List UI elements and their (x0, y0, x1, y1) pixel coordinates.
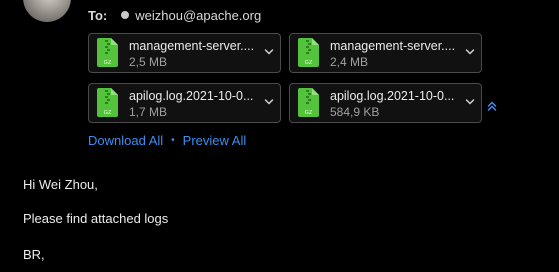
gz-archive-icon: GZ (97, 88, 118, 117)
message-signoff: BR, (23, 247, 45, 262)
attachment-actions: Download All • Preview All (88, 133, 246, 148)
attachment-item[interactable]: GZ apilog.log.2021-10-0... 584,9 KB (289, 83, 482, 123)
gz-icon-label: GZ (104, 60, 112, 66)
gz-archive-icon: GZ (298, 88, 319, 117)
message-text: Please find attached logs (23, 211, 169, 226)
attachment-name: management-server.... (129, 39, 255, 53)
attachment-name: apilog.log.2021-10-0... (129, 89, 254, 103)
attachment-size: 2,5 MB (129, 55, 168, 69)
attachment-size: 584,9 KB (330, 105, 380, 119)
gz-archive-icon: GZ (298, 38, 319, 67)
chevron-down-icon[interactable] (264, 47, 274, 57)
to-label: To: (88, 7, 108, 23)
gz-archive-icon: GZ (97, 38, 118, 67)
attachment-size: 2,4 MB (330, 55, 369, 69)
recipient-address[interactable]: weizhou@apache.org (135, 8, 261, 23)
gz-icon-label: GZ (104, 110, 112, 116)
gz-icon-label: GZ (305, 110, 313, 116)
chevron-down-icon[interactable] (465, 47, 475, 57)
actions-separator: • (171, 135, 175, 146)
attachment-size: 1,7 MB (129, 105, 168, 119)
download-all-link[interactable]: Download All (88, 133, 163, 148)
collapse-attachments-icon[interactable] (486, 100, 498, 112)
attachment-item[interactable]: GZ apilog.log.2021-10-0... 1,7 MB (88, 83, 281, 123)
chevron-down-icon[interactable] (264, 97, 274, 107)
recipient-status-dot-icon (121, 11, 130, 19)
to-row: To: weizhou@apache.org (88, 6, 261, 24)
gz-icon-label: GZ (305, 60, 313, 66)
message-greeting: Hi Wei Zhou, (23, 177, 98, 192)
preview-all-link[interactable]: Preview All (183, 133, 247, 148)
attachment-name: apilog.log.2021-10-0... (330, 89, 455, 103)
sender-avatar[interactable] (23, 0, 71, 22)
chevron-down-icon[interactable] (465, 97, 475, 107)
attachment-item[interactable]: GZ management-server.... 2,5 MB (88, 33, 281, 73)
attachment-item[interactable]: GZ management-server.... 2,4 MB (289, 33, 482, 73)
attachment-name: management-server.... (330, 39, 456, 53)
